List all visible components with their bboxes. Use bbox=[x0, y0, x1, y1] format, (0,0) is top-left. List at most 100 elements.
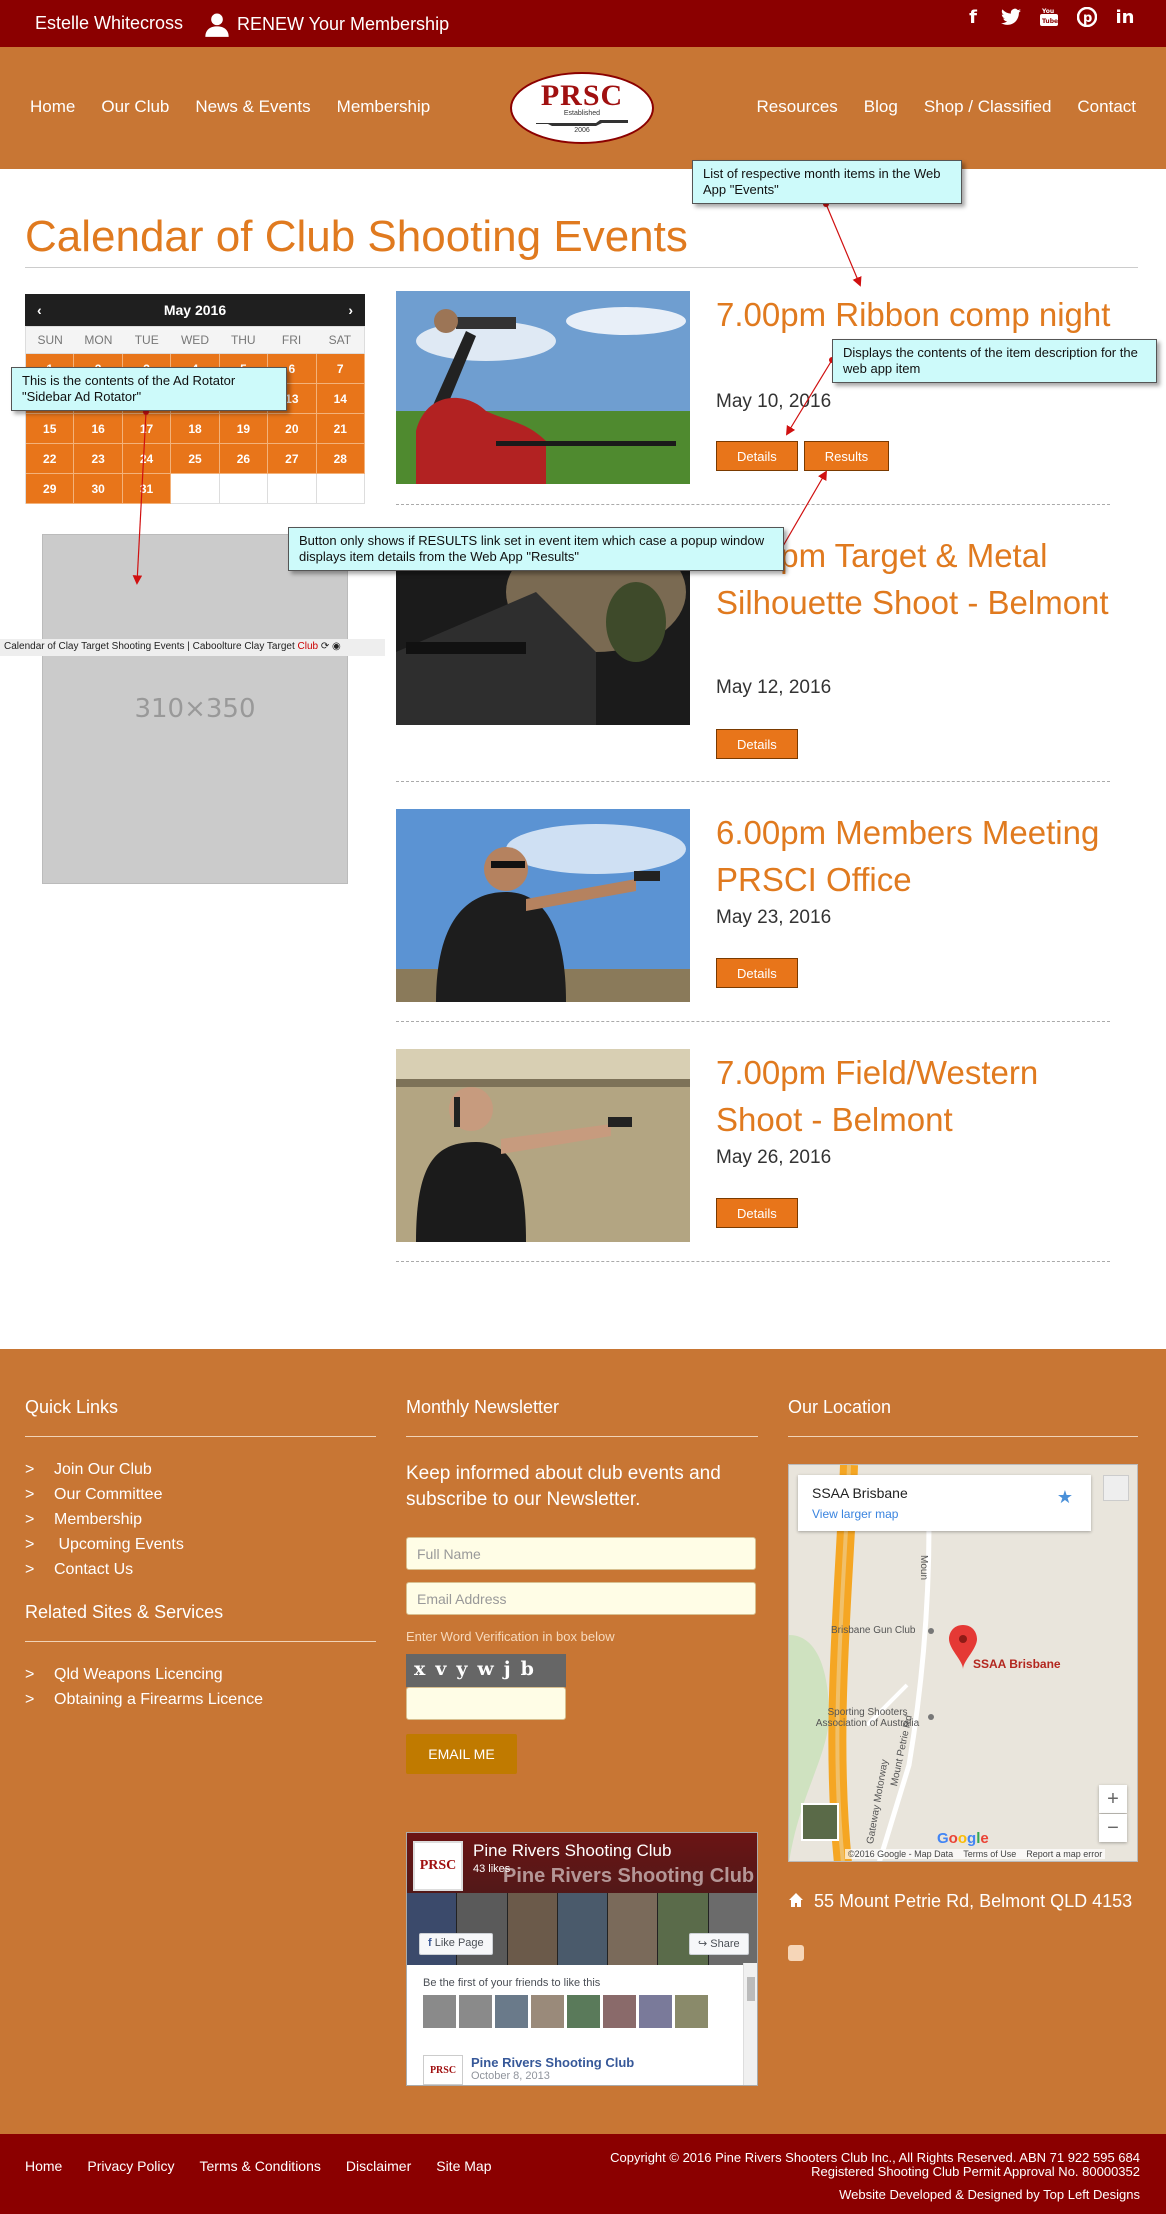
phone-icon[interactable] bbox=[788, 1945, 804, 1961]
calendar-day[interactable]: 14 bbox=[316, 384, 365, 414]
bottom-link-home[interactable]: Home bbox=[25, 2158, 62, 2174]
details-button[interactable]: Details bbox=[716, 958, 798, 988]
related-link-weapons-licencing[interactable]: > Qld Weapons Licencing bbox=[25, 1666, 376, 1691]
facebook-icon[interactable]: f bbox=[962, 6, 984, 28]
calendar-day[interactable]: 15 bbox=[26, 414, 75, 444]
calendar-header: ‹ May 2016 › bbox=[25, 294, 365, 326]
facebook-scrollbar[interactable] bbox=[743, 1963, 757, 2085]
location-map[interactable]: Brisbane Gun Club Sporting Shooters Asso… bbox=[788, 1464, 1138, 1862]
full-name-field[interactable]: Full Name bbox=[406, 1537, 756, 1570]
facebook-friends-text: Be the first of your friends to like thi… bbox=[423, 1977, 601, 1989]
footer: Quick Links > Join Our Club > Our Committe… bbox=[0, 1349, 1166, 2134]
calendar-day[interactable]: 7 bbox=[316, 354, 365, 384]
calendar-next-button[interactable]: › bbox=[348, 302, 353, 318]
iframe-title-bar: Calendar of Clay Target Shooting Events … bbox=[0, 639, 385, 656]
star-icon[interactable]: ★ bbox=[1057, 1487, 1073, 1508]
bottom-link-terms[interactable]: Terms & Conditions bbox=[200, 2158, 321, 2174]
nav-contact[interactable]: Contact bbox=[1077, 97, 1136, 117]
map-avatar[interactable] bbox=[1103, 1475, 1129, 1501]
map-terms-link[interactable]: Terms of Use bbox=[963, 1849, 1016, 1859]
svg-text:You: You bbox=[1041, 8, 1054, 15]
club-logo[interactable]: PRSC Established 2006 bbox=[510, 72, 654, 144]
details-button[interactable]: Details bbox=[716, 729, 798, 759]
nav-news-events[interactable]: News & Events bbox=[195, 97, 310, 117]
calendar-day[interactable]: 19 bbox=[219, 414, 269, 444]
nav-blog[interactable]: Blog bbox=[864, 97, 898, 117]
results-button[interactable]: Results bbox=[803, 441, 890, 471]
facebook-share-button[interactable]: ↪ Share bbox=[689, 1933, 749, 1955]
title-divider bbox=[25, 267, 1138, 268]
facebook-post-name[interactable]: Pine Rivers Shooting Club bbox=[471, 2055, 634, 2070]
bottom-link-disclaimer[interactable]: Disclaimer bbox=[346, 2158, 411, 2174]
nav-our-club[interactable]: Our Club bbox=[101, 97, 169, 117]
map-report-link[interactable]: Report a map error bbox=[1026, 1849, 1102, 1859]
nav-shop-classified[interactable]: Shop / Classified bbox=[924, 97, 1052, 117]
event-image[interactable] bbox=[396, 291, 690, 484]
event-date: May 23, 2016 bbox=[716, 907, 832, 928]
sidebar-ad[interactable]: 310×350 bbox=[42, 534, 348, 884]
related-link-label: Obtaining a Firearms Licence bbox=[54, 1691, 263, 1708]
weekday-label: SAT bbox=[328, 333, 352, 347]
eye-icon[interactable]: ◉ bbox=[332, 641, 341, 652]
event-title[interactable]: 7.00pm Field/Western Shoot - Belmont bbox=[716, 1049, 1116, 1143]
zoom-out-button[interactable]: − bbox=[1099, 1814, 1127, 1842]
home-icon bbox=[789, 1893, 803, 1907]
calendar-prev-button[interactable]: ‹ bbox=[37, 302, 42, 318]
details-button[interactable]: Details bbox=[716, 441, 798, 471]
svg-text:p: p bbox=[1083, 11, 1092, 26]
calendar-day[interactable]: 21 bbox=[316, 414, 365, 444]
calendar-day[interactable]: 24 bbox=[122, 444, 172, 474]
linkedin-icon[interactable]: in bbox=[1114, 6, 1136, 28]
youtube-icon[interactable]: You Tube bbox=[1038, 6, 1060, 28]
facebook-like-button[interactable]: f Like Page bbox=[419, 1933, 493, 1955]
calendar-day[interactable]: 23 bbox=[74, 444, 123, 474]
calendar-day[interactable]: 30 bbox=[74, 474, 123, 504]
quick-link-join[interactable]: > Join Our Club bbox=[25, 1461, 376, 1486]
calendar-day[interactable]: 16 bbox=[74, 414, 123, 444]
verification-label: Enter Word Verification in box below bbox=[406, 1629, 615, 1644]
twitter-icon[interactable] bbox=[1000, 6, 1022, 28]
calendar-day[interactable]: 22 bbox=[26, 444, 75, 474]
renew-membership-link[interactable]: RENEW Your Membership bbox=[203, 7, 449, 41]
pinterest-icon[interactable]: p bbox=[1076, 6, 1098, 28]
map-pin-label: SSAA Brisbane bbox=[973, 1657, 1061, 1671]
zoom-in-button[interactable]: + bbox=[1099, 1785, 1127, 1813]
refresh-icon[interactable]: ⟳ bbox=[321, 641, 329, 652]
facebook-post[interactable]: PRSC Pine Rivers Shooting Club October 8… bbox=[423, 2055, 634, 2085]
related-link-firearms-licence[interactable]: > Obtaining a Firearms Licence bbox=[25, 1691, 376, 1716]
event-title[interactable]: 6.00pm Members Meeting PRSCI Office bbox=[716, 809, 1116, 903]
nav-membership[interactable]: Membership bbox=[337, 97, 431, 117]
email-me-button[interactable]: EMAIL ME bbox=[406, 1734, 517, 1774]
quick-link-upcoming-events[interactable]: > Upcoming Events bbox=[25, 1536, 376, 1561]
event-image[interactable] bbox=[396, 1049, 690, 1242]
calendar-day[interactable]: 28 bbox=[316, 444, 365, 474]
quick-link-membership[interactable]: > Membership bbox=[25, 1511, 376, 1536]
view-larger-map-link[interactable]: View larger map bbox=[812, 1507, 1077, 1521]
quick-link-label: Contact Us bbox=[54, 1561, 134, 1578]
calendar-day[interactable]: 18 bbox=[171, 414, 220, 444]
satellite-toggle[interactable] bbox=[801, 1803, 839, 1841]
developer-credit[interactable]: Website Developed & Designed by Top Left… bbox=[839, 2187, 1140, 2202]
details-button[interactable]: Details bbox=[716, 1198, 798, 1228]
calendar-day[interactable]: 26 bbox=[219, 444, 269, 474]
event-image[interactable] bbox=[396, 809, 690, 1002]
captcha-input[interactable] bbox=[406, 1687, 566, 1720]
calendar-day[interactable]: 20 bbox=[268, 414, 317, 444]
calendar-day[interactable]: 31 bbox=[122, 474, 172, 504]
calendar-day[interactable]: 27 bbox=[268, 444, 317, 474]
calendar-day[interactable]: 17 bbox=[122, 414, 172, 444]
facebook-page-name[interactable]: Pine Rivers Shooting Club bbox=[473, 1841, 671, 1861]
event-title[interactable]: 7.00pm Ribbon comp night bbox=[716, 291, 1116, 338]
bottom-link-sitemap[interactable]: Site Map bbox=[436, 2158, 491, 2174]
nav-home[interactable]: Home bbox=[30, 97, 75, 117]
quick-link-contact[interactable]: > Contact Us bbox=[25, 1561, 376, 1586]
email-field[interactable]: Email Address bbox=[406, 1582, 756, 1615]
calendar-day[interactable]: 25 bbox=[171, 444, 220, 474]
facebook-page-logo[interactable]: PRSC bbox=[413, 1841, 463, 1891]
quick-link-committee[interactable]: > Our Committee bbox=[25, 1486, 376, 1511]
bottom-link-privacy[interactable]: Privacy Policy bbox=[87, 2158, 174, 2174]
nav-resources[interactable]: Resources bbox=[757, 97, 838, 117]
user-name-link[interactable]: Estelle Whitecross bbox=[35, 13, 183, 34]
newsletter-column: Monthly Newsletter Keep informed about c… bbox=[406, 1397, 758, 1774]
calendar-day[interactable]: 29 bbox=[26, 474, 75, 504]
